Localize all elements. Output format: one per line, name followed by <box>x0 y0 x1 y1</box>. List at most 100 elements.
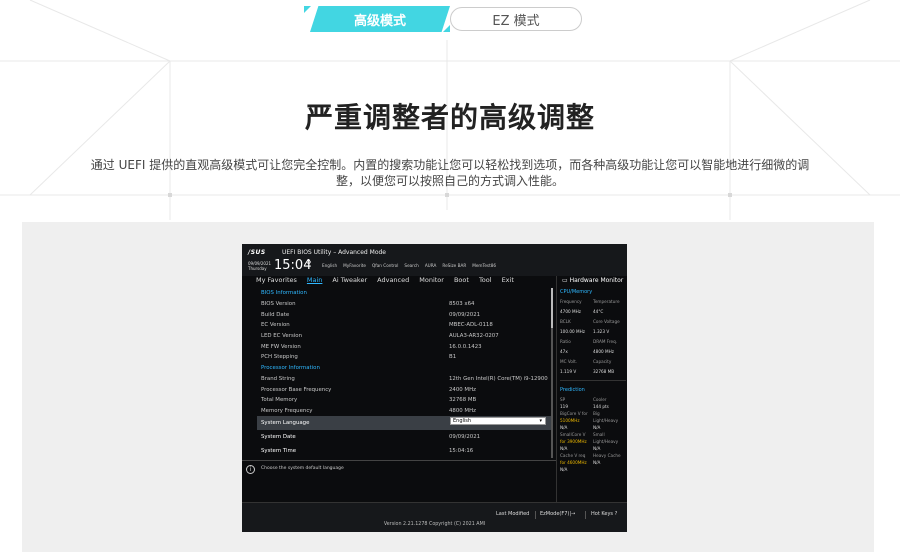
tab-advanced-mode[interactable]: 高级模式 <box>310 6 450 32</box>
last-modified-button[interactable]: Last Modified <box>496 511 529 517</box>
ezmode-button[interactable]: EzMode(F7)|→ <box>540 511 575 517</box>
resizebar-button[interactable]: ReSize BAR <box>442 263 466 268</box>
hw-value: N/A <box>560 467 568 472</box>
row-label: Brand String <box>261 375 295 382</box>
menu-advanced[interactable]: Advanced <box>377 276 409 284</box>
hw-value: 47x <box>560 349 568 354</box>
tab-advanced-label: 高级模式 <box>353 13 406 29</box>
bios-version-text: Version 2.21.1278 Copyright (C) 2021 AMI <box>383 522 486 527</box>
scrollbar-thumb[interactable] <box>551 288 553 328</box>
hw-value: 100.00 MHz <box>560 329 585 334</box>
search-button[interactable]: Search <box>404 263 418 268</box>
hw-label: Cooler <box>593 397 607 402</box>
row-label: LED EC Version <box>261 333 302 340</box>
row-label: Processor Base Frequency <box>261 386 332 393</box>
menu-monitor[interactable]: Monitor <box>419 276 444 284</box>
hw-section-cpu-memory: CPU/Memory <box>560 289 593 295</box>
divider <box>560 380 626 381</box>
row-label: EC Version <box>261 322 290 329</box>
aura-button[interactable]: AURA <box>425 263 437 268</box>
list-item: ME FW Version 16.0.0.1423 <box>257 341 552 352</box>
asus-logo: /SUS <box>248 249 266 256</box>
hw-value: 1.119 V <box>560 369 577 374</box>
list-item: Brand String 12th Gen Intel(R) Core(TM) i… <box>257 374 552 385</box>
hw-value: 44°C <box>593 309 604 314</box>
hw-label: for 4600MHz <box>560 460 587 465</box>
hw-label: Heavy Cache <box>593 453 621 458</box>
row-label: System Time <box>261 448 297 455</box>
hw-cpu-grid: Frequency Temperature 4700 MHz 44°C BCLK Co… <box>560 299 626 374</box>
hw-label: for 3900MHz <box>560 439 587 444</box>
list-item: Memory Frequency 4800 MHz <box>257 406 552 417</box>
hw-label: Cache V req <box>560 453 586 458</box>
row-value: 8503 x64 <box>449 301 475 308</box>
page-title: 严重调整者的高级调整 <box>304 101 595 134</box>
bios-header: /SUS UEFI BIOS Utility – Advanced Mode 0… <box>242 244 627 276</box>
bios-info-list: BIOS Information BIOS Version 8503 x64 Bu… <box>257 288 552 458</box>
hw-label: BCLK <box>560 319 571 324</box>
row-value[interactable]: 09/09/2021 <box>449 434 480 440</box>
hw-label: Temperature <box>593 299 620 304</box>
hw-value: 1.323 V <box>593 329 610 334</box>
qfan-button[interactable]: Qfan Control <box>372 263 398 268</box>
hw-label: 5100MHz <box>560 418 580 423</box>
hw-value <box>593 467 625 472</box>
system-language-row[interactable]: System Language English ▾ <box>257 416 552 431</box>
row-label: Build Date <box>261 311 290 318</box>
row-label: System Date <box>261 434 296 441</box>
language-button[interactable]: English <box>322 263 337 268</box>
tab-ez-mode[interactable]: EZ 模式 <box>450 7 582 31</box>
menu-tool[interactable]: Tool <box>479 276 492 284</box>
hw-prediction-grid: SP Cooler 119 144 pts BigCore V for Big 510… <box>560 397 626 472</box>
row-label: PCH Stepping <box>261 354 298 361</box>
menu-ai-tweaker[interactable]: Ai Tweaker <box>332 276 367 284</box>
divider <box>585 511 586 519</box>
row-label: Total Memory <box>261 397 298 404</box>
hw-value: N/A <box>593 446 601 451</box>
list-item: LED EC Version AULA3-AR32-0207 <box>257 331 552 342</box>
bios-screenshot: /SUS UEFI BIOS Utility – Advanced Mode 0… <box>242 244 627 532</box>
bios-title: UEFI BIOS Utility – Advanced Mode <box>282 249 386 256</box>
hardware-monitor: CPU/Memory Frequency Temperature 4700 MHz… <box>560 288 626 472</box>
hw-label: BigCore V for <box>560 411 588 416</box>
hw-value: N/A <box>560 446 568 451</box>
hot-keys-button[interactable]: Hot Keys ? <box>591 511 617 517</box>
row-value: 4800 MHz <box>449 407 476 414</box>
help-text: Choose the system default language <box>261 466 344 471</box>
list-item: BIOS Version 8503 x64 <box>257 299 552 310</box>
row-label: System Language <box>261 420 310 427</box>
row-value: MBEC-ADL-0118 <box>449 322 493 329</box>
hw-label: MC Volt. <box>560 359 578 364</box>
menu-main[interactable]: Main <box>307 276 323 284</box>
hardware-monitor-title: ▭ Hardware Monitor <box>562 277 624 284</box>
system-time-row[interactable]: System Time 15:04:16 <box>257 444 552 458</box>
row-value: 09/09/2021 <box>449 311 481 318</box>
gear-icon[interactable]: ⚙ <box>306 259 311 266</box>
list-item: EC Version MBEC-ADL-0118 <box>257 320 552 331</box>
memtest-button[interactable]: MemTest86 <box>472 263 496 268</box>
hw-value: 4800 MHz <box>593 349 614 354</box>
hw-label: Light/Heavy <box>593 418 619 423</box>
tab-corner-accent <box>304 6 311 13</box>
tab-corner-accent <box>443 25 450 32</box>
chevron-down-icon: ▾ <box>539 418 542 425</box>
system-date-row[interactable]: System Date 09/09/2021 <box>257 430 552 444</box>
bios-date: 09/09/2021 Thursday <box>248 261 271 271</box>
menu-boot[interactable]: Boot <box>454 276 469 284</box>
menu-exit[interactable]: Exit <box>502 276 514 284</box>
bios-toolbar: English MyFavorite Qfan Control Search A… <box>322 263 496 268</box>
row-value[interactable]: 15:04:16 <box>449 448 473 454</box>
bios-weekday: Thursday <box>248 266 267 271</box>
row-label: BIOS Information <box>261 290 307 297</box>
menu-my-favorites[interactable]: My Favorites <box>256 276 297 284</box>
hw-section-prediction: Prediction <box>560 387 585 393</box>
row-label: Processor Information <box>261 365 320 372</box>
hw-label: Frequency <box>560 299 582 304</box>
hw-label: SmallCore V <box>560 432 586 437</box>
hardware-monitor-label: Hardware Monitor <box>569 277 624 284</box>
divider <box>535 511 536 519</box>
myfavorite-button[interactable]: MyFavorite <box>343 263 366 268</box>
hw-value: N/A <box>593 425 601 430</box>
language-select[interactable]: English ▾ <box>450 417 546 426</box>
row-label: Memory Frequency <box>261 407 313 414</box>
